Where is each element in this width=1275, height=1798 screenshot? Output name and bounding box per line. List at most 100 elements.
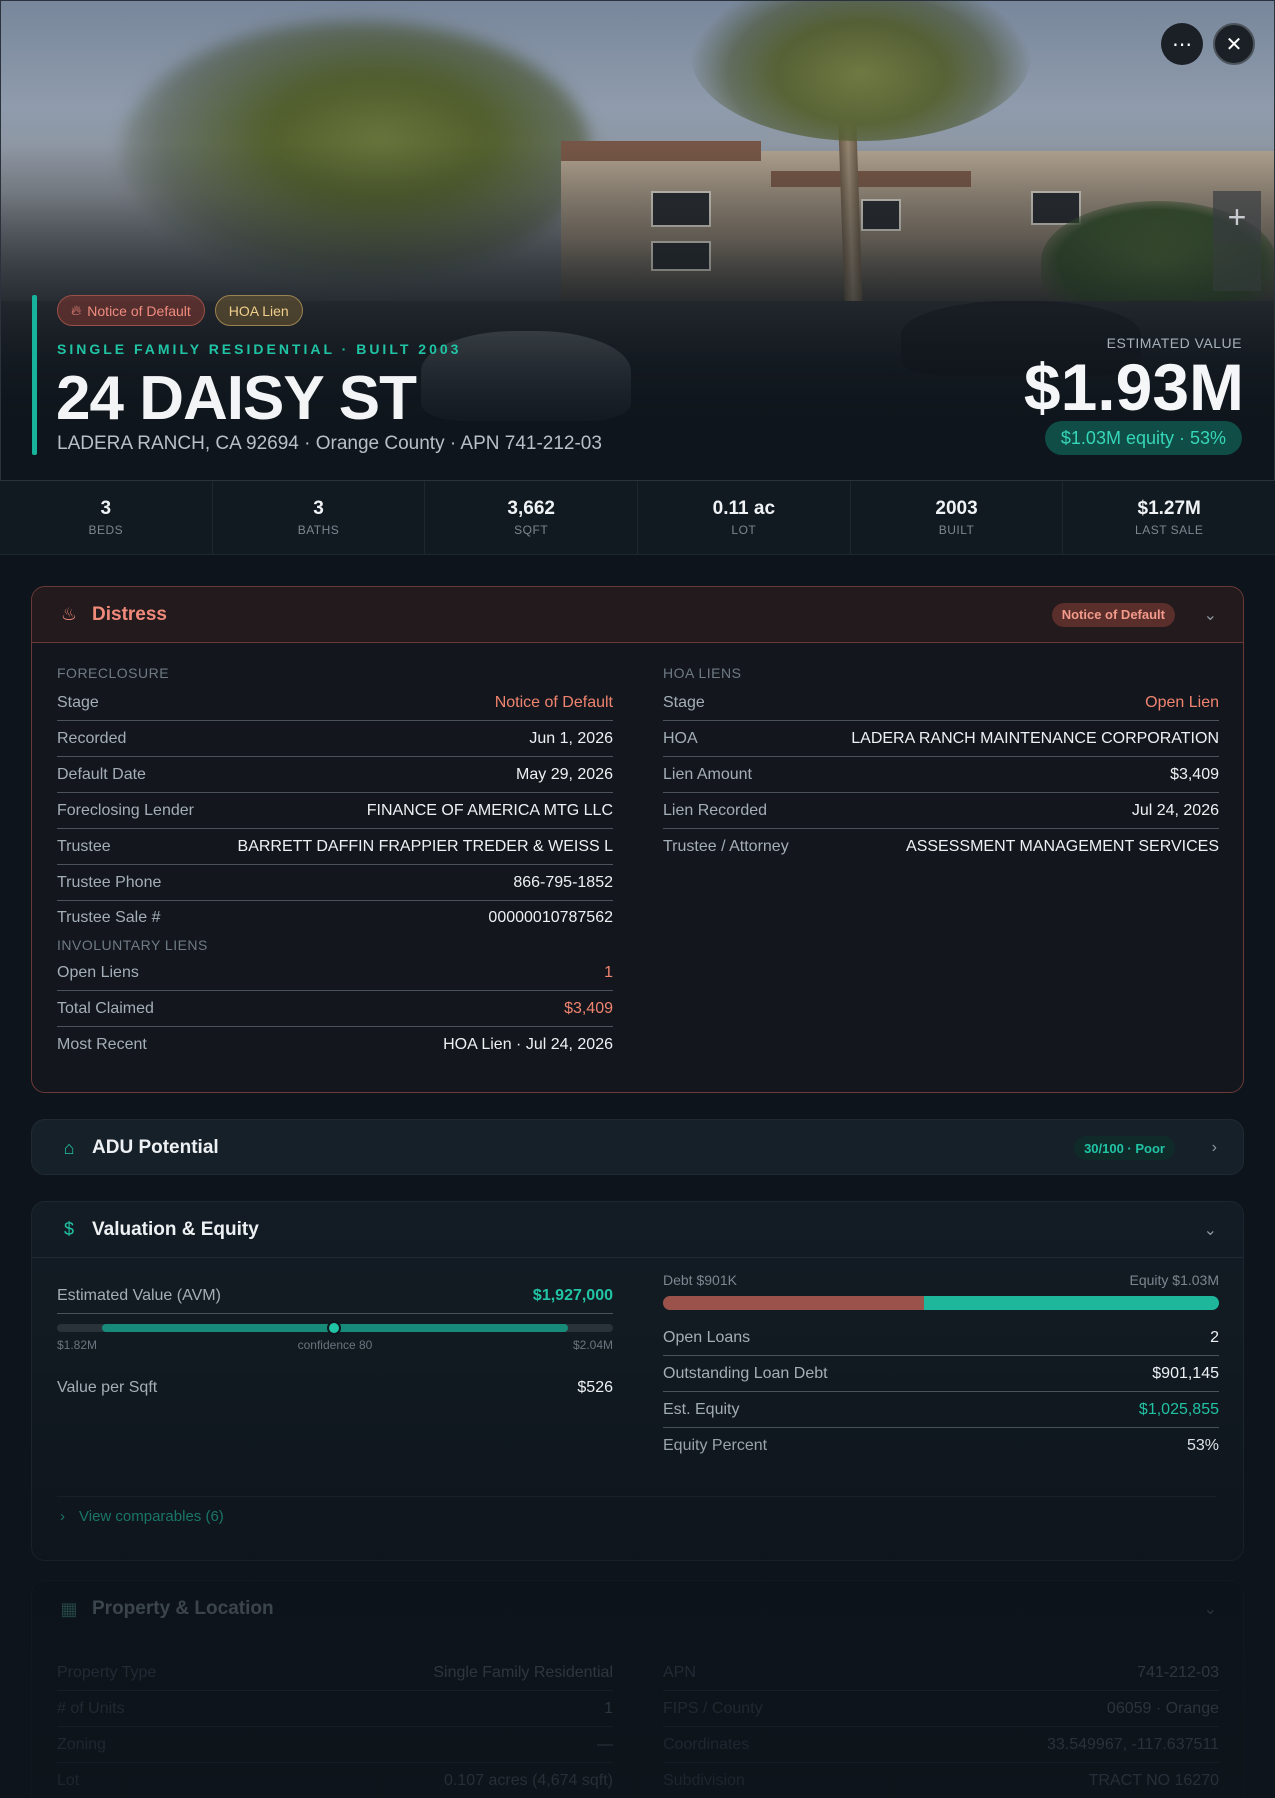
stat-label: BEDS [88,523,124,537]
valuation-header[interactable]: $ Valuation & Equity ⌄ [32,1202,1243,1258]
table-row: Est. Equity $1,025,855 [663,1392,1219,1428]
row-key: Trustee [57,837,111,855]
debt-label: Debt $901K [663,1272,737,1288]
stat-built: 2003 BUILT [851,481,1064,554]
table-row: Property Type Single Family Residential [57,1655,613,1691]
row-value: 741-212-03 [1137,1663,1219,1681]
row-key: Lien Recorded [663,801,768,819]
row-key: Recorded [57,729,127,747]
card-title: ADU Potential [92,1137,219,1158]
row-value: FINANCE OF AMERICA MTG LLC [366,801,613,819]
row-value: Jul 24, 2026 [1131,801,1219,819]
accent-bar [32,295,37,455]
property-header[interactable]: ▦ Property & Location ⌄ [32,1581,1243,1637]
stat-value: 3,662 [507,498,555,519]
adu-potential-card[interactable]: ⌂ ADU Potential 30/100 · Poor › [31,1119,1244,1175]
table-row: Trustee BARRETT DAFFIN FRAPPIER TREDER & … [57,829,613,865]
row-key: Most Recent [57,1036,147,1053]
stat-value: 3 [313,498,324,519]
table-row: Total Claimed $3,409 [57,991,613,1027]
more-options-button[interactable]: ⋯ [1161,23,1203,65]
equity-column: Debt $901K Equity $1.03M Open Loans 2 Out… [663,1268,1219,1464]
row-value: Jun 1, 2026 [529,729,613,747]
stat-label: LAST SALE [1135,523,1204,537]
table-row: Equity Percent 53% [663,1428,1219,1464]
dollar-icon: $ [63,1219,74,1239]
row-key: Trustee Sale # [57,909,161,926]
stats-bar: 3 BEDS 3 BATHS 3,662 SQFT 0.11 ac LOT 20… [0,480,1275,555]
equity-segment [924,1296,1219,1310]
table-row: Zoning — [57,1727,613,1763]
chevron-right-icon[interactable]: › [1212,1139,1217,1157]
section-label: HOA LIENS [663,665,742,681]
close-button[interactable]: ✕ [1213,23,1255,65]
row-key: Estimated Value (AVM) [57,1286,221,1304]
table-row: HOA LADERA RANCH MAINTENANCE CORPORATION [663,721,1219,757]
stat-label: SQFT [514,523,549,537]
property-left-column: Property Type Single Family Residential #… [57,1655,613,1798]
row-value: $1,025,855 [1138,1400,1219,1418]
table-row: Lien Amount $3,409 [663,757,1219,793]
table-row: FIPS / County 06059 · Orange [663,1691,1219,1727]
row-value: HOA Lien · Jul 24, 2026 [443,1036,613,1053]
valuation-card: $ Valuation & Equity ⌄ Estimated Value (… [31,1201,1244,1561]
stat-lot: 0.11 ac LOT [638,481,851,554]
equity-label: Equity $1.03M [1129,1272,1220,1288]
row-value: Open Lien [1145,693,1219,711]
property-subtitle: SINGLE FAMILY RESIDENTIAL · BUILT 2003 [57,341,462,357]
chevron-down-icon[interactable]: ⌄ [1204,1220,1217,1240]
table-row: Trustee / Attorney ASSESSMENT MANAGEMENT … [663,829,1219,865]
row-key: Trustee Phone [57,873,162,891]
row-key: Zoning [57,1735,106,1753]
row-key: Trustee / Attorney [663,838,789,855]
tag-label: Notice of Default [87,302,191,319]
table-row: # of Units 1 [57,1691,613,1727]
row-value: ASSESSMENT MANAGEMENT SERVICES [906,838,1219,855]
distress-header[interactable]: ♨ Distress Notice of Default ⌄ [32,587,1243,643]
table-row: Coordinates 33.549967, -117.637511 [663,1727,1219,1763]
home-icon: ⌂ [63,1137,75,1158]
adu-header[interactable]: ⌂ ADU Potential 30/100 · Poor › [32,1120,1243,1176]
section-label: FORECLOSURE [57,665,170,681]
stat-sqft: 3,662 SQFT [425,481,639,554]
row-key: Foreclosing Lender [57,801,194,819]
property-location-card: ▦ Property & Location ⌄ Property Type Sin… [31,1580,1244,1798]
tag-notice-of-default[interactable]: 🔥︎ Notice of Default [57,295,205,326]
row-value: 53% [1186,1437,1219,1454]
property-locality: LADERA RANCH, CA 92694 · Orange County ·… [57,433,602,454]
row-value: TRACT NO 16270 [1088,1771,1219,1789]
row-key: Stage [57,693,99,711]
zoom-out-button[interactable] [1213,243,1261,291]
confidence-label: confidence 80 [297,1338,373,1352]
stat-last-sale: $1.27M LAST SALE [1063,481,1275,554]
plus-icon: + [1227,198,1247,235]
range-high: $2.04M [572,1338,613,1352]
table-row: Open Loans 2 [663,1320,1219,1356]
row-value: 00000010787562 [488,909,613,926]
card-title: Valuation & Equity [92,1218,259,1240]
zoom-in-button[interactable]: + [1213,191,1261,243]
estimated-value: $1.93M [1023,350,1244,424]
stat-label: BATHS [297,523,340,537]
avm-value: $1,927,000 [532,1286,613,1304]
stat-value: 2003 [935,498,978,519]
table-row: Subdivision TRACT NO 16270 [663,1763,1219,1798]
status-badge: Notice of Default [1051,602,1175,627]
row-key: Lien Amount [663,765,752,783]
view-comparables-link[interactable]: › View comparables (6) [60,1508,224,1525]
row-key: # of Units [57,1699,125,1717]
chevron-down-icon[interactable]: ⌄ [1204,1599,1217,1619]
property-right-column: APN 741-212-03 FIPS / County 06059 · Orang… [663,1655,1219,1798]
row-key: Coordinates [663,1735,750,1753]
debt-segment [663,1296,925,1310]
tag-hoa-lien[interactable]: HOA Lien [214,295,303,326]
table-row: Lot 0.107 acres (4,674 sqft) [57,1763,613,1798]
table-row: Stage Notice of Default [57,685,613,721]
row-key: FIPS / County [663,1699,763,1717]
row-value: 1 [604,1699,613,1717]
table-row: Foreclosing Lender FINANCE OF AMERICA MTG… [57,793,613,829]
row-value: 33.549967, -117.637511 [1046,1735,1219,1753]
row-value: 866-795-1852 [513,873,613,891]
row-key: Lot [57,1771,80,1789]
chevron-down-icon[interactable]: ⌄ [1204,605,1217,625]
